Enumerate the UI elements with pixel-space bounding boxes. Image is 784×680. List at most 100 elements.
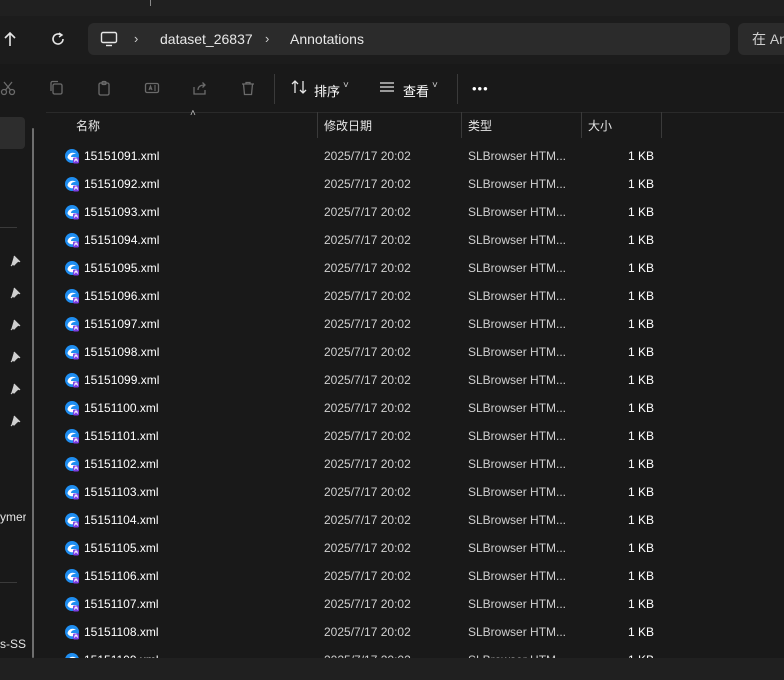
- breadcrumb-dataset[interactable]: dataset_26837: [160, 31, 253, 47]
- file-type: SLBrowser HTM...: [468, 401, 567, 415]
- file-row[interactable]: 15151099.xml 2025/7/17 20:02 SLBrowser HTM…: [58, 366, 678, 394]
- navigation-pane: [0, 112, 46, 658]
- file-size: 1 KB: [627, 233, 654, 247]
- file-type: SLBrowser HTM...: [468, 513, 567, 527]
- file-type: SLBrowser HTM...: [468, 541, 567, 555]
- more-options-button[interactable]: •••: [472, 81, 489, 96]
- column-header-size[interactable]: 大小: [588, 117, 612, 134]
- new-tab-plus-icon[interactable]: [150, 0, 151, 6]
- file-modified-date: 2025/7/17 20:02: [324, 177, 411, 191]
- delete-icon[interactable]: [236, 76, 260, 100]
- file-row[interactable]: 15151101.xml 2025/7/17 20:02 SLBrowser HTM…: [58, 422, 678, 450]
- refresh-icon[interactable]: [44, 25, 72, 53]
- pin-icon: [10, 383, 22, 395]
- file-modified-date: 2025/7/17 20:02: [324, 317, 411, 331]
- copy-icon[interactable]: [44, 76, 68, 100]
- file-row[interactable]: 15151097.xml 2025/7/17 20:02 SLBrowser HTM…: [58, 310, 678, 338]
- file-name: 15151106.xml: [84, 569, 159, 583]
- column-divider[interactable]: [661, 112, 662, 138]
- nav-selected-item[interactable]: [0, 117, 25, 149]
- file-size: 1 KB: [627, 177, 654, 191]
- pin-icon: [10, 415, 22, 427]
- sort-ascending-icon: ˄: [190, 108, 196, 119]
- pin-icon: [10, 351, 22, 363]
- file-type: SLBrowser HTM...: [468, 373, 567, 387]
- file-row[interactable]: 15151104.xml 2025/7/17 20:02 SLBrowser HTM…: [58, 506, 678, 534]
- browser-html-file-icon: [64, 596, 80, 612]
- browser-html-file-icon: [64, 372, 80, 388]
- search-input[interactable]: 在 An: [738, 23, 784, 55]
- file-name: 15151104.xml: [84, 513, 159, 527]
- file-size: 1 KB: [627, 261, 654, 275]
- file-modified-date: 2025/7/17 20:02: [324, 289, 411, 303]
- file-row[interactable]: 15151102.xml 2025/7/17 20:02 SLBrowser HTM…: [58, 450, 678, 478]
- cut-icon[interactable]: [0, 76, 20, 100]
- sort-icon: [290, 79, 308, 98]
- breadcrumb-annotations[interactable]: Annotations: [290, 31, 364, 47]
- file-size: 1 KB: [627, 317, 654, 331]
- pin-icon: [10, 319, 22, 331]
- file-row[interactable]: 15151093.xml 2025/7/17 20:02 SLBrowser HTM…: [58, 198, 678, 226]
- rename-icon[interactable]: [140, 76, 164, 100]
- file-name: 15151101.xml: [84, 429, 159, 443]
- file-modified-date: 2025/7/17 20:02: [324, 541, 411, 555]
- file-size: 1 KB: [627, 597, 654, 611]
- file-row[interactable]: 15151096.xml 2025/7/17 20:02 SLBrowser HTM…: [58, 282, 678, 310]
- column-header-type[interactable]: 类型: [468, 117, 492, 134]
- file-name: 15151098.xml: [84, 345, 160, 359]
- nav-item-partial[interactable]: s-SSD: [0, 637, 26, 651]
- browser-html-file-icon: [64, 288, 80, 304]
- paste-icon[interactable]: [92, 76, 116, 100]
- file-modified-date: 2025/7/17 20:02: [324, 513, 411, 527]
- file-size: 1 KB: [627, 541, 654, 555]
- file-size: 1 KB: [627, 149, 654, 163]
- file-row[interactable]: 15151105.xml 2025/7/17 20:02 SLBrowser HTM…: [58, 534, 678, 562]
- file-row[interactable]: 15151100.xml 2025/7/17 20:02 SLBrowser HTM…: [58, 394, 678, 422]
- file-row[interactable]: 15151106.xml 2025/7/17 20:02 SLBrowser HTM…: [58, 562, 678, 590]
- up-arrow-icon[interactable]: [0, 25, 24, 53]
- file-row[interactable]: 15151108.xml 2025/7/17 20:02 SLBrowser HTM…: [58, 618, 678, 646]
- file-row[interactable]: 15151095.xml 2025/7/17 20:02 SLBrowser HTM…: [58, 254, 678, 282]
- file-row[interactable]: 15151091.xml 2025/7/17 20:02 SLBrowser HTM…: [58, 142, 678, 170]
- file-row[interactable]: 15151107.xml 2025/7/17 20:02 SLBrowser HTM…: [58, 590, 678, 618]
- file-type: SLBrowser HTM...: [468, 233, 567, 247]
- file-row[interactable]: 15151098.xml 2025/7/17 20:02 SLBrowser HTM…: [58, 338, 678, 366]
- nav-item-partial[interactable]: ymer: [0, 510, 26, 524]
- file-name: 15151100.xml: [84, 401, 159, 415]
- browser-html-file-icon: [64, 260, 80, 276]
- nav-scrollbar[interactable]: [32, 128, 34, 658]
- view-button[interactable]: 查看: [403, 81, 429, 100]
- file-size: 1 KB: [627, 485, 654, 499]
- file-name: 15151105.xml: [84, 541, 159, 555]
- column-header-modified[interactable]: 修改日期: [324, 117, 372, 134]
- file-row[interactable]: 15151103.xml 2025/7/17 20:02 SLBrowser HTM…: [58, 478, 678, 506]
- file-modified-date: 2025/7/17 20:02: [324, 233, 411, 247]
- share-icon[interactable]: [188, 76, 212, 100]
- sort-chevron-down-icon: ˅: [343, 80, 349, 91]
- file-type: SLBrowser HTM...: [468, 261, 567, 275]
- file-modified-date: 2025/7/17 20:02: [324, 485, 411, 499]
- file-modified-date: 2025/7/17 20:02: [324, 149, 411, 163]
- column-divider[interactable]: [317, 112, 318, 138]
- file-modified-date: 2025/7/17 20:02: [324, 261, 411, 275]
- file-modified-date: 2025/7/17 20:02: [324, 457, 411, 471]
- file-row[interactable]: 15151092.xml 2025/7/17 20:02 SLBrowser HTM…: [58, 170, 678, 198]
- column-header-name[interactable]: 名称: [76, 117, 100, 134]
- breadcrumb-chevron-icon: ›: [265, 31, 270, 46]
- file-size: 1 KB: [627, 401, 654, 415]
- column-divider[interactable]: [581, 112, 582, 138]
- file-row[interactable]: 15151094.xml 2025/7/17 20:02 SLBrowser HTM…: [58, 226, 678, 254]
- file-size: 1 KB: [627, 205, 654, 219]
- view-icon: [378, 79, 396, 98]
- file-modified-date: 2025/7/17 20:02: [324, 401, 411, 415]
- file-size: 1 KB: [627, 457, 654, 471]
- column-divider[interactable]: [461, 112, 462, 138]
- file-modified-date: 2025/7/17 20:02: [324, 569, 411, 583]
- file-modified-date: 2025/7/17 20:02: [324, 373, 411, 387]
- file-name: 15151107.xml: [84, 597, 159, 611]
- file-name: 15151091.xml: [84, 149, 160, 163]
- file-modified-date: 2025/7/17 20:02: [324, 625, 411, 639]
- file-modified-date: 2025/7/17 20:02: [324, 345, 411, 359]
- file-size: 1 KB: [627, 569, 654, 583]
- sort-button[interactable]: 排序: [314, 81, 340, 100]
